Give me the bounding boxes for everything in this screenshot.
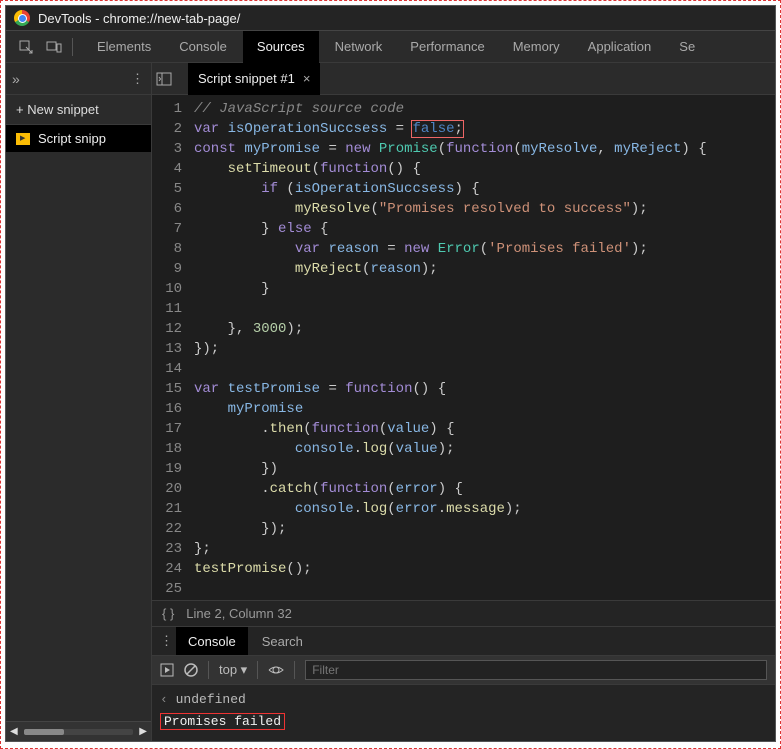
cursor-position: Line 2, Column 32	[186, 606, 292, 621]
main-tabs: Elements Console Sources Network Perform…	[6, 31, 775, 63]
sidebar-scrollbar[interactable]: ◀ ▶	[6, 721, 151, 741]
chrome-icon	[14, 10, 30, 26]
tab-application[interactable]: Application	[574, 31, 666, 63]
snippet-icon	[16, 133, 30, 145]
tab-network[interactable]: Network	[321, 31, 397, 63]
line-gutter: 1234567891011121314151617181920212223242…	[152, 95, 190, 600]
scroll-left-icon[interactable]: ◀	[10, 726, 18, 737]
scroll-right-icon[interactable]: ▶	[139, 726, 147, 737]
snippet-item[interactable]: Script snipp	[6, 125, 151, 152]
drawer-tab-console[interactable]: Console	[176, 627, 248, 655]
pretty-print-icon[interactable]: { }	[162, 606, 174, 621]
editor-status: { } Line 2, Column 32	[152, 600, 775, 626]
console-result: Promises failed	[160, 711, 767, 733]
code-content[interactable]: // JavaScript source codevar isOperation…	[190, 95, 775, 600]
drawer-more-icon[interactable]: ⋮	[156, 627, 174, 655]
separator	[72, 38, 73, 56]
title-bar: DevTools - chrome://new-tab-page/	[6, 6, 775, 31]
clear-console-icon[interactable]	[184, 663, 198, 677]
drawer: ⋮ Console Search top ▾	[152, 626, 775, 741]
live-expression-icon[interactable]	[268, 664, 284, 676]
tab-performance[interactable]: Performance	[396, 31, 498, 63]
run-last-icon[interactable]	[160, 663, 174, 677]
editor-tab-label: Script snippet #1	[198, 71, 295, 86]
tab-elements[interactable]: Elements	[83, 31, 165, 63]
code-editor[interactable]: 1234567891011121314151617181920212223242…	[152, 95, 775, 600]
console-result-text: Promises failed	[160, 713, 285, 730]
new-snippet-button[interactable]: + New snippet	[6, 95, 151, 125]
tab-security-partial[interactable]: Se	[665, 31, 709, 63]
sidebar-scroll-track[interactable]	[24, 729, 134, 735]
context-selector[interactable]: top ▾	[219, 662, 247, 678]
tab-console[interactable]: Console	[165, 31, 241, 63]
drawer-tab-search[interactable]: Search	[250, 627, 315, 655]
snippet-item-label: Script snipp	[38, 131, 106, 146]
tab-memory[interactable]: Memory	[499, 31, 574, 63]
window-title: DevTools - chrome://new-tab-page/	[38, 11, 240, 26]
console-input-echo: undefined	[160, 689, 767, 711]
more-icon[interactable]: ⋮	[30, 71, 145, 87]
tab-sources[interactable]: Sources	[243, 31, 319, 63]
separator	[294, 661, 295, 679]
close-icon[interactable]: ×	[303, 71, 311, 86]
toggle-navigator-icon[interactable]	[156, 72, 184, 86]
devtools-window: DevTools - chrome://new-tab-page/ Elemen…	[5, 5, 776, 742]
inspect-icon[interactable]	[12, 33, 40, 61]
expand-panels-icon[interactable]: »	[12, 71, 20, 87]
editor-tab[interactable]: Script snippet #1 ×	[188, 63, 320, 95]
sidebar-scroll-thumb[interactable]	[24, 729, 64, 735]
separator	[208, 661, 209, 679]
separator	[257, 661, 258, 679]
snippets-sidebar: » ⋮ + New snippet Script snipp ◀ ▶	[6, 63, 152, 741]
device-icon[interactable]	[40, 33, 68, 61]
console-output[interactable]: undefined Promises failed	[152, 685, 775, 741]
console-filter-input[interactable]	[305, 660, 767, 680]
